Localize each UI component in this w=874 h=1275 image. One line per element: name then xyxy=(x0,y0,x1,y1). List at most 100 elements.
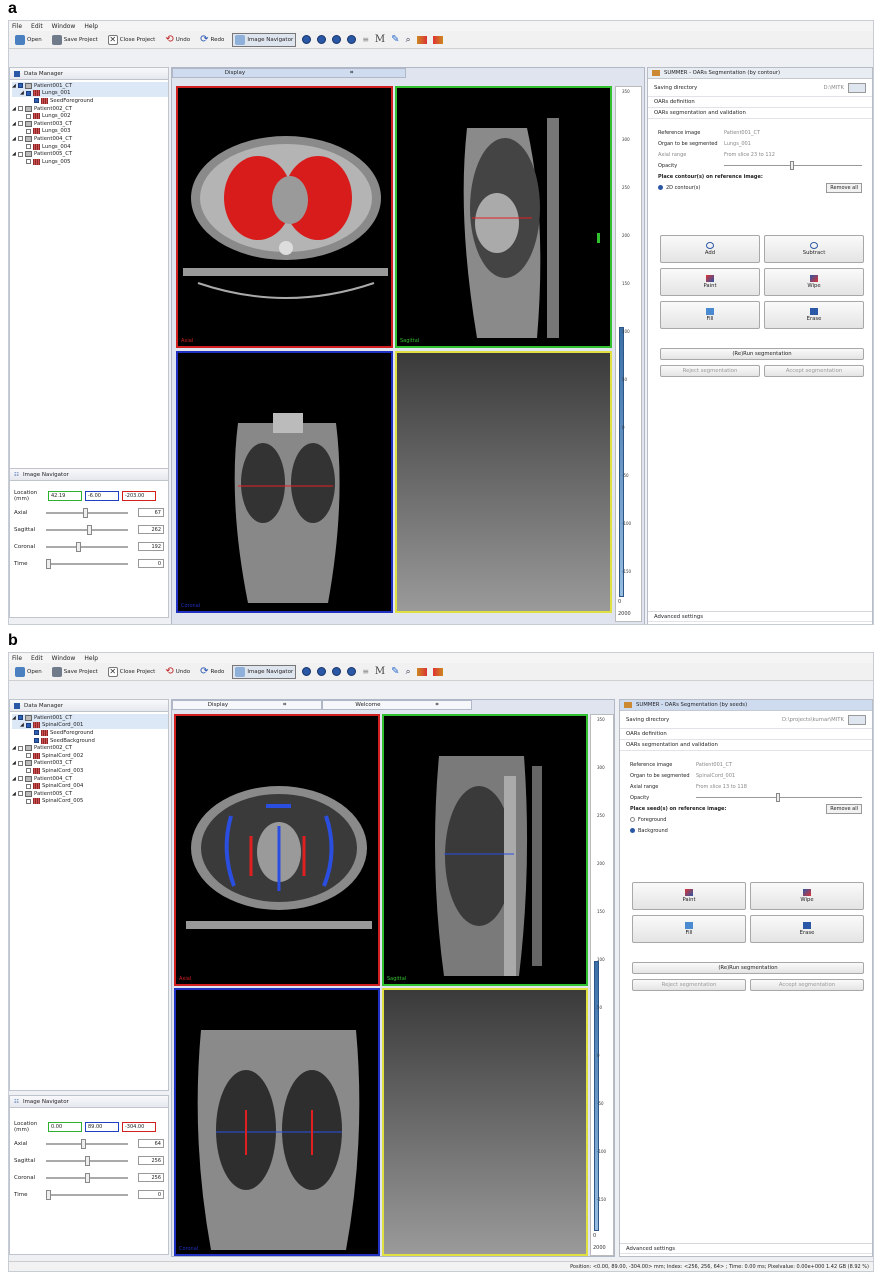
oars-segmentation-section[interactable]: OARs segmentation and validation xyxy=(620,740,872,751)
maximize-icon[interactable]: ⌗ xyxy=(283,702,286,709)
summer-icon-1[interactable] xyxy=(416,667,427,676)
visibility-checkbox[interactable] xyxy=(26,783,31,789)
tree-item[interactable]: ◢ Patient001_CT xyxy=(12,714,168,722)
paint-button[interactable]: Paint xyxy=(632,882,746,910)
radio-foreground[interactable] xyxy=(630,817,635,822)
coronal-view[interactable]: Coronal xyxy=(174,988,380,1256)
save-project-button[interactable]: Save Project xyxy=(50,665,100,679)
slider-thumb[interactable] xyxy=(775,793,780,802)
sagittal-spinbox[interactable]: 256 xyxy=(138,1156,164,1165)
visibility-checkbox[interactable] xyxy=(34,738,39,744)
add-button[interactable]: Add xyxy=(660,235,760,263)
plugin-icon-4[interactable] xyxy=(347,35,357,44)
paint-button[interactable]: Paint xyxy=(660,268,760,296)
oars-segmentation-section[interactable]: OARs segmentation and validation xyxy=(648,108,872,119)
summer-icon-1[interactable] xyxy=(416,35,427,44)
tree-item[interactable]: ◢ Patient003_CT xyxy=(12,760,168,768)
slider-thumb[interactable] xyxy=(87,524,92,535)
menu-help[interactable]: Help xyxy=(84,655,98,662)
tree-item[interactable]: SpinalCord_002 xyxy=(12,752,168,760)
coronal-spinbox[interactable]: 192 xyxy=(138,542,164,551)
sagittal-slider[interactable] xyxy=(46,1155,128,1166)
redo-button[interactable]: ⟳ Redo xyxy=(198,665,226,679)
axial-view[interactable]: Axial xyxy=(174,714,380,986)
location-x-field[interactable]: 0.00 xyxy=(48,1121,82,1132)
tree-item[interactable]: ◢ Patient004_CT xyxy=(12,135,168,143)
time-slider[interactable] xyxy=(46,1189,128,1200)
tree-item[interactable]: SpinalCord_004 xyxy=(12,782,168,790)
erase-button[interactable]: Erase xyxy=(750,915,864,943)
location-x-field[interactable]: 42.19 xyxy=(48,490,82,501)
sagittal-slider[interactable] xyxy=(46,524,128,535)
slider-thumb[interactable] xyxy=(76,541,82,552)
sagittal-spinbox[interactable]: 262 xyxy=(138,525,164,534)
axial-spinbox[interactable]: 67 xyxy=(138,508,164,517)
time-slider[interactable] xyxy=(46,558,128,569)
image-navigator-button[interactable]: Image Navigator xyxy=(232,32,297,47)
axial-view[interactable]: Axial xyxy=(176,86,393,348)
visibility-checkbox[interactable] xyxy=(34,730,39,736)
axial-slider[interactable] xyxy=(46,1138,128,1149)
tree-item[interactable]: ◢ SpinalCord_001 xyxy=(12,721,168,730)
menu-window[interactable]: Window xyxy=(52,23,76,30)
undo-button[interactable]: ⟲ Undo xyxy=(163,665,192,679)
tree-item[interactable]: Lungs_002 xyxy=(12,112,168,120)
sagittal-view[interactable]: Sagittal xyxy=(382,714,588,986)
open-button[interactable]: Open xyxy=(13,33,44,47)
oars-definition-section[interactable]: OARs definition xyxy=(648,97,872,108)
brush-icon[interactable]: ✎ xyxy=(391,34,399,45)
visibility-checkbox[interactable] xyxy=(18,745,23,751)
menu-edit[interactable]: Edit xyxy=(31,23,43,30)
tree-item[interactable]: Lungs_004 xyxy=(12,143,168,151)
visibility-checkbox[interactable] xyxy=(26,768,31,774)
window-field[interactable]: 2000 xyxy=(593,1245,606,1251)
location-z-field[interactable]: -203.00 xyxy=(122,490,156,501)
fill-button[interactable]: Fill xyxy=(660,301,760,329)
maximize-icon[interactable]: ⌗ xyxy=(350,70,353,77)
tab-display[interactable]: Display ⌗ xyxy=(172,700,322,710)
summer-icon-2[interactable] xyxy=(432,667,443,676)
plugin-icon-4[interactable] xyxy=(347,667,357,676)
axial-spinbox[interactable]: 64 xyxy=(138,1139,164,1148)
wipe-button[interactable]: Wipe xyxy=(764,268,864,296)
open-button[interactable]: Open xyxy=(13,665,44,679)
tree-item[interactable]: Lungs_003 xyxy=(12,128,168,136)
magnifier-icon[interactable]: ⌕ xyxy=(406,35,411,45)
tree-item[interactable]: ◢ Patient001_CT xyxy=(12,82,168,90)
slider-thumb[interactable] xyxy=(790,161,795,170)
level-window-bar[interactable]: 350 300 250 200 150 100 50 0 -50 -100 -1… xyxy=(615,86,642,622)
level-field[interactable]: 0 xyxy=(593,1233,596,1239)
oars-definition-section[interactable]: OARs definition xyxy=(620,729,872,740)
magnifier-icon[interactable]: ⌕ xyxy=(406,667,411,677)
plugin-icon-3[interactable] xyxy=(332,35,342,44)
level-window-range[interactable] xyxy=(619,327,624,597)
window-field[interactable]: 2000 xyxy=(618,611,631,617)
tree-item[interactable]: ◢ Patient005_CT xyxy=(12,150,168,158)
tab-display[interactable]: Display ⌗ xyxy=(172,68,406,78)
tree-item[interactable]: SpinalCord_005 xyxy=(12,798,168,806)
tree-item[interactable]: ◢ Patient003_CT xyxy=(12,120,168,128)
slider-thumb[interactable] xyxy=(46,558,51,569)
time-spinbox[interactable]: 0 xyxy=(138,1190,164,1199)
browse-folder-button[interactable] xyxy=(848,714,866,725)
slider-thumb[interactable] xyxy=(81,1138,87,1149)
tree-item[interactable]: ◢ Lungs_001 xyxy=(12,89,168,98)
visibility-checkbox[interactable] xyxy=(26,144,31,150)
radio-2d-contour[interactable] xyxy=(658,185,663,190)
tab-welcome[interactable]: Welcome ⌗ xyxy=(322,700,472,710)
browse-folder-button[interactable] xyxy=(848,82,866,93)
maximize-icon[interactable]: ⌗ xyxy=(436,702,439,709)
location-y-field[interactable]: 89.00 xyxy=(85,1121,119,1132)
visibility-checkbox[interactable] xyxy=(18,83,23,89)
menu-file[interactable]: File xyxy=(12,23,22,30)
redo-button[interactable]: ⟳ Redo xyxy=(198,33,226,47)
close-project-button[interactable]: ✕ Close Project xyxy=(106,665,158,679)
plugin-icon-1[interactable] xyxy=(302,667,312,676)
plugin-icon-2[interactable] xyxy=(317,35,327,44)
location-z-field[interactable]: -304.00 xyxy=(122,1121,156,1132)
tree-item[interactable]: SeedForeground xyxy=(12,729,168,737)
location-y-field[interactable]: -6.00 xyxy=(85,490,119,501)
3d-view[interactable] xyxy=(395,351,612,613)
tree-item[interactable]: SpinalCord_003 xyxy=(12,767,168,775)
advanced-settings-section[interactable]: Advanced settings xyxy=(620,1243,872,1254)
